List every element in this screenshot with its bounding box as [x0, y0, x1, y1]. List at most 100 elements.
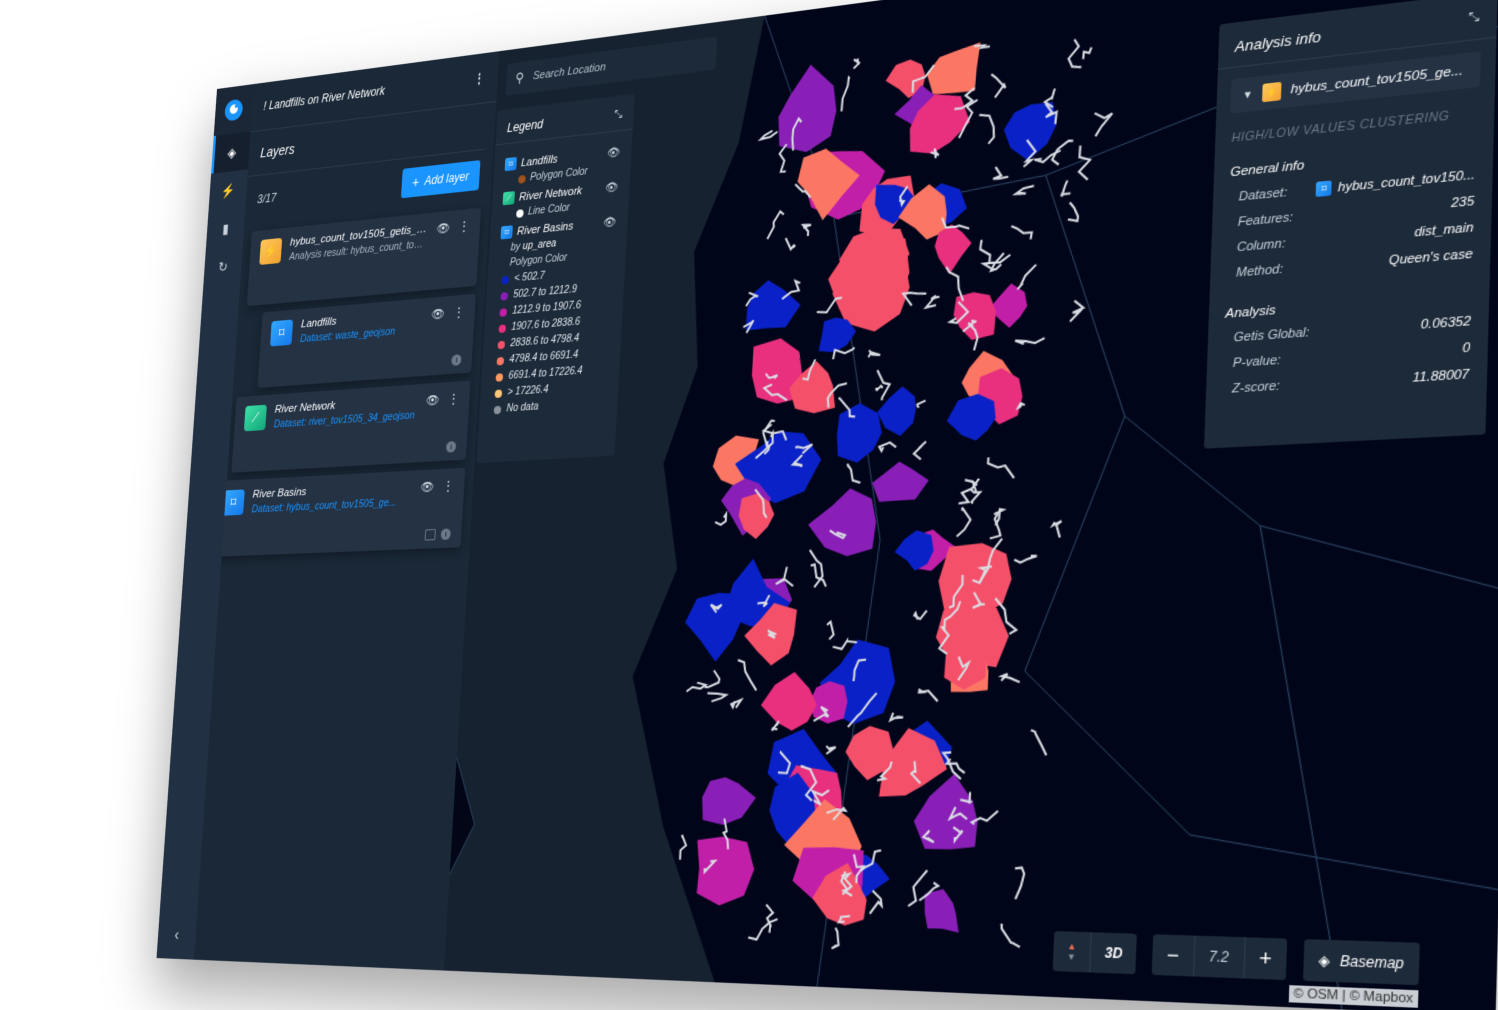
collapse-icon[interactable]: ⤡	[1468, 10, 1479, 27]
legend-panel: Legend ⤡ ⌑ Landfills 👁 Polygon Color ⟋ Riv…	[476, 93, 635, 464]
river-line	[971, 489, 981, 503]
basin-polygon[interactable]	[806, 487, 878, 558]
basin-polygon[interactable]	[922, 888, 961, 933]
zoom-out-button[interactable]: −	[1152, 934, 1194, 976]
info-icon[interactable]: i	[440, 528, 451, 540]
nav-item-charts[interactable]: ▮	[206, 208, 246, 250]
caret-down-icon: ▼	[1242, 88, 1254, 101]
river-line	[993, 166, 1009, 180]
nav-item-analysis[interactable]: ⚡	[208, 169, 248, 211]
legend-range-label: 6691.4 to 17226.4	[508, 365, 583, 382]
basemap-button[interactable]: ◈ Basemap	[1303, 939, 1420, 985]
legend-range-item: 4798.4 to 6691.4	[496, 347, 609, 367]
info-icon[interactable]: i	[445, 440, 457, 453]
river-line	[945, 265, 965, 302]
color-swatch	[496, 356, 505, 366]
lightning-icon: ⚡	[1261, 81, 1282, 103]
color-swatch	[501, 275, 510, 285]
basin-polygon[interactable]	[776, 61, 839, 156]
legend-range-item: No data	[493, 397, 607, 416]
basin-polygon[interactable]	[945, 392, 997, 443]
basin-polygon[interactable]	[693, 836, 756, 907]
polygon-layer-icon: ⌑	[270, 319, 294, 347]
zoom-in-button[interactable]: +	[1242, 937, 1288, 981]
kebab-menu-icon[interactable]: ⋮	[458, 219, 469, 234]
info-value-text: 0	[1462, 340, 1471, 356]
basin-polygon[interactable]	[700, 777, 757, 826]
eye-icon[interactable]: 👁	[436, 221, 450, 236]
layer-card[interactable]: ⚡ hybus_count_tov1505_getis_or... Analysis…	[246, 207, 482, 307]
basin-polygon[interactable]	[952, 290, 998, 342]
basin-polygon[interactable]	[835, 401, 884, 464]
nav-item-layers[interactable]: ◈	[211, 131, 251, 174]
river-line	[1083, 47, 1091, 59]
polygon-icon: ⌑	[504, 156, 518, 172]
info-key: Dataset:	[1238, 185, 1288, 204]
legend-range-label: 4798.4 to 6691.4	[509, 349, 579, 366]
basin-polygon[interactable]	[745, 277, 802, 331]
river-line	[810, 564, 827, 587]
project-menu-icon[interactable]: ⋮	[473, 69, 486, 87]
info-key: Getis Global:	[1233, 325, 1310, 345]
basemap-group: ◈ Basemap	[1303, 939, 1420, 986]
eye-icon[interactable]: 👁	[607, 145, 621, 160]
info-value: 0.06352	[1420, 314, 1471, 332]
river-line	[765, 905, 774, 933]
kebab-menu-icon[interactable]: ⋮	[442, 479, 454, 494]
analysis-info-panel: Analysis info ⤡ ▼ ⚡ hybus_count_tov1505_…	[1203, 0, 1498, 449]
river-line	[826, 621, 834, 639]
river-line	[978, 113, 995, 145]
eye-icon[interactable]: 👁	[426, 393, 440, 408]
legend-range-label: < 502.7	[513, 270, 546, 285]
basin-polygon[interactable]	[826, 235, 912, 315]
river-line	[868, 350, 880, 358]
eye-icon[interactable]: 👁	[431, 306, 445, 321]
eye-icon[interactable]: 👁	[605, 180, 619, 195]
river-line	[1068, 202, 1079, 222]
basin-polygon[interactable]	[925, 42, 981, 97]
polygon-icon: ⌑	[1315, 180, 1333, 198]
kebab-menu-icon[interactable]: ⋮	[448, 391, 460, 406]
analysis-selected: hybus_count_tov1505_ge...	[1290, 63, 1464, 97]
add-layer-button[interactable]: + Add layer	[400, 160, 481, 199]
eye-icon[interactable]: 👁	[603, 215, 617, 230]
river-line	[779, 144, 787, 172]
river-line	[957, 507, 971, 536]
search-icon: ⚲	[515, 69, 525, 86]
app-logo[interactable]	[213, 84, 254, 137]
lightning-icon: ⚡	[220, 181, 236, 199]
layer-card[interactable]: ⟋ River Network Dataset: river_tov1505_34_…	[231, 380, 471, 473]
toggle-3d-button[interactable]: 3D	[1089, 932, 1138, 975]
river-line	[1070, 300, 1084, 322]
layer-card[interactable]: ⌑ River Basins Dataset: hybus_count_tov150…	[209, 467, 466, 558]
nav-item-history[interactable]: ↻	[203, 246, 243, 288]
river-line	[1052, 140, 1073, 165]
river-line	[1015, 338, 1045, 345]
color-swatch	[495, 372, 504, 382]
comment-icon[interactable]	[424, 528, 436, 541]
river-line	[772, 721, 779, 730]
basemap-label: Basemap	[1339, 952, 1405, 973]
color-swatch	[500, 291, 509, 301]
layer-card[interactable]: ⌑ Landfills Dataset: waste_geojson 👁 ⋮ i	[257, 293, 476, 388]
collapse-icon[interactable]: ⤡	[614, 108, 623, 122]
legend-sub-label: Line Color	[527, 202, 570, 218]
collapse-sidebar-button[interactable]: ‹	[158, 926, 197, 945]
basin-polygon[interactable]	[876, 385, 917, 438]
legend-title: Legend	[506, 116, 544, 136]
river-line	[980, 239, 991, 264]
polygon-icon: ⌑	[500, 225, 513, 240]
kebab-menu-icon[interactable]: ⋮	[453, 305, 464, 320]
basin-polygon[interactable]	[759, 671, 819, 731]
layers-count: 3/17	[256, 190, 277, 207]
legend-by-field: up_area	[522, 238, 557, 253]
info-icon[interactable]: i	[451, 354, 462, 366]
river-line	[782, 281, 800, 299]
legend-range-label: No data	[506, 401, 539, 415]
river-line	[785, 237, 796, 250]
basin-polygon[interactable]	[871, 460, 930, 503]
river-line	[875, 386, 883, 391]
compass-icon[interactable]: ▲ ▼	[1053, 931, 1091, 972]
river-line	[914, 611, 927, 620]
eye-icon[interactable]: 👁	[420, 480, 434, 495]
